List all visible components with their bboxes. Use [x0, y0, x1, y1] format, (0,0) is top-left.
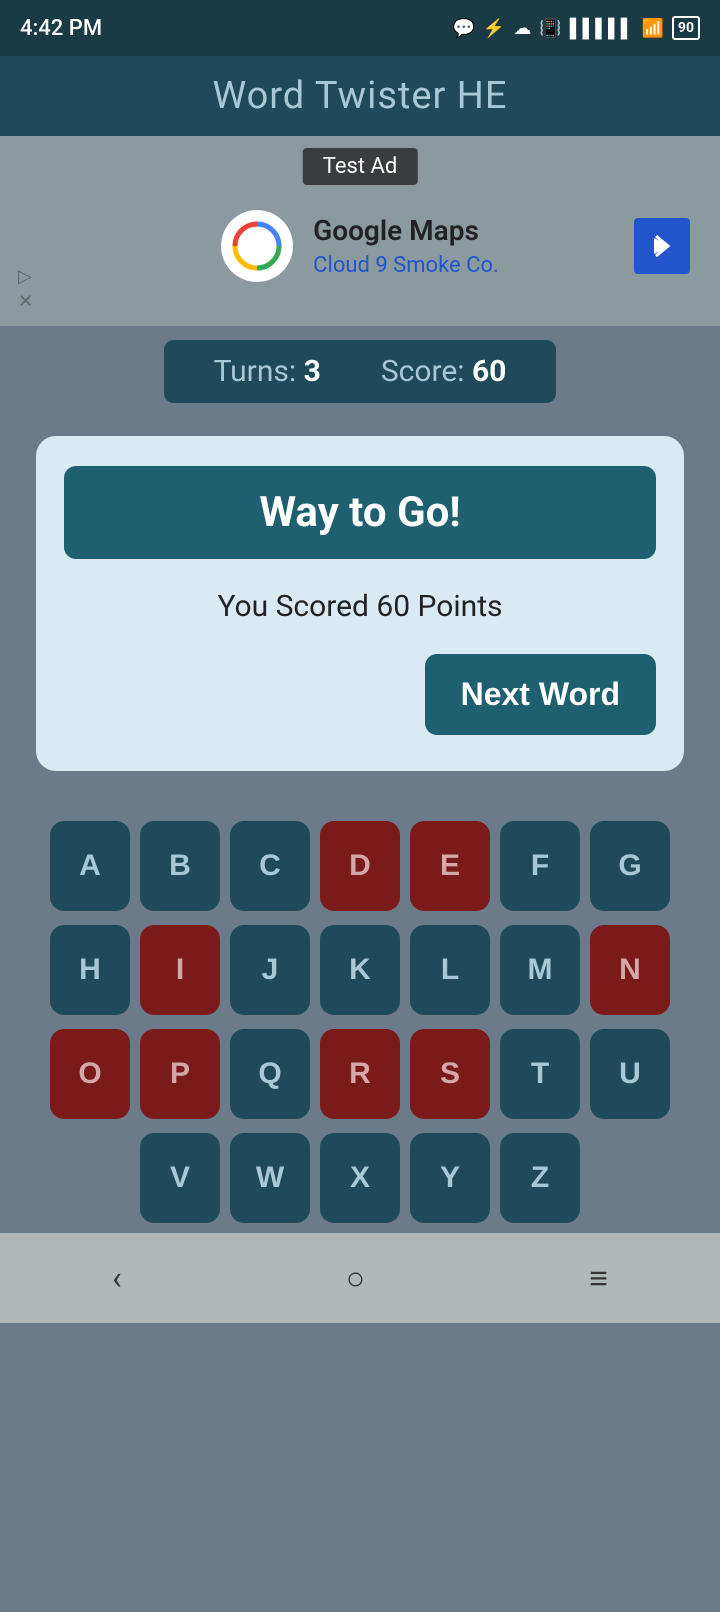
key-row-1: H I J K L M N — [16, 925, 704, 1015]
key-letter-p: P — [170, 1057, 190, 1091]
key-letter-y: Y — [440, 1161, 460, 1195]
key-letter-x: X — [350, 1161, 370, 1195]
turns-value: 3 — [304, 354, 321, 389]
key-q[interactable]: Q — [230, 1029, 310, 1119]
key-t[interactable]: T — [500, 1029, 580, 1119]
key-letter-l: L — [441, 953, 459, 987]
turns-label: Turns: 3 — [214, 354, 321, 389]
score-bar: Turns: 3 Score: 60 — [0, 326, 720, 416]
status-time: 4:42 PM — [20, 16, 102, 41]
key-u[interactable]: U — [590, 1029, 670, 1119]
key-letter-w: W — [256, 1161, 284, 1195]
key-s[interactable]: S — [410, 1029, 490, 1119]
key-n[interactable]: N — [590, 925, 670, 1015]
key-k[interactable]: K — [320, 925, 400, 1015]
key-e[interactable]: E — [410, 821, 490, 911]
ad-close-icon: ✕ — [18, 291, 33, 312]
status-icons: 💬 ⚡ ☁ 📳 ▌▌▌▌▌ 📶 90 — [452, 16, 700, 40]
key-letter-t: T — [531, 1057, 549, 1091]
key-letter-u: U — [619, 1057, 641, 1091]
key-f[interactable]: F — [500, 821, 580, 911]
key-letter-q: Q — [258, 1057, 281, 1091]
key-letter-k: K — [349, 953, 371, 987]
ad-nav-arrow[interactable] — [634, 218, 690, 274]
key-c[interactable]: C — [230, 821, 310, 911]
key-a[interactable]: A — [50, 821, 130, 911]
google-maps-logo — [221, 210, 293, 282]
key-d[interactable]: D — [320, 821, 400, 911]
key-i[interactable]: I — [140, 925, 220, 1015]
key-row-3: V W X Y Z — [16, 1133, 704, 1223]
modal-card: Way to Go! You Scored 60 Points Next Wor… — [36, 436, 684, 771]
key-letter-j: J — [262, 953, 279, 987]
back-button[interactable]: ‹ — [112, 1259, 122, 1297]
key-x[interactable]: X — [320, 1133, 400, 1223]
key-letter-m: M — [528, 953, 553, 987]
modal-container: Way to Go! You Scored 60 Points Next Wor… — [0, 416, 720, 801]
score-value: 60 — [472, 354, 506, 389]
score-label: Score: 60 — [381, 354, 507, 389]
key-y[interactable]: Y — [410, 1133, 490, 1223]
ad-label: Test Ad — [303, 148, 418, 185]
ad-play-icon: ▷ — [18, 266, 33, 287]
modal-next-row: Next Word — [64, 654, 656, 735]
signal-icon: ▌▌▌▌▌ — [570, 18, 634, 39]
whatsapp-icon: 💬 — [452, 18, 474, 39]
key-w[interactable]: W — [230, 1133, 310, 1223]
home-button[interactable]: ○ — [346, 1259, 365, 1297]
key-v[interactable]: V — [140, 1133, 220, 1223]
ad-controls: ▷ ✕ — [18, 266, 33, 312]
app-title: Word Twister HE — [212, 74, 507, 118]
ad-content: Google Maps Cloud 9 Smoke Co. — [221, 210, 499, 282]
key-letter-i: I — [176, 953, 184, 987]
key-row-2: O P Q R S T U — [16, 1029, 704, 1119]
key-letter-f: F — [531, 849, 549, 883]
key-letter-d: D — [349, 849, 371, 883]
key-letter-o: O — [78, 1057, 101, 1091]
key-letter-r: R — [349, 1057, 371, 1091]
key-letter-s: S — [440, 1057, 460, 1091]
key-letter-a: A — [79, 849, 101, 883]
key-z[interactable]: Z — [500, 1133, 580, 1223]
key-letter-h: H — [79, 953, 101, 987]
key-row-0: A B C D E F G — [16, 821, 704, 911]
nav-bar: ‹ ○ ≡ — [0, 1233, 720, 1323]
modal-score-text: You Scored 60 Points — [64, 579, 656, 634]
key-l[interactable]: L — [410, 925, 490, 1015]
key-letter-v: V — [170, 1161, 190, 1195]
ad-text-block: Google Maps Cloud 9 Smoke Co. — [313, 214, 499, 278]
key-letter-n: N — [619, 953, 641, 987]
key-p[interactable]: P — [140, 1029, 220, 1119]
modal-header: Way to Go! — [64, 466, 656, 559]
ad-banner: Test Ad Google Maps Cloud 9 Smoke Co. — [0, 136, 720, 326]
key-letter-e: E — [440, 849, 460, 883]
key-b[interactable]: B — [140, 821, 220, 911]
usb-icon: ⚡ — [483, 18, 505, 39]
menu-button[interactable]: ≡ — [589, 1259, 608, 1297]
next-word-button[interactable]: Next Word — [425, 654, 656, 735]
keyboard-area: A B C D E F G H I J K L M N O P Q R S T U V W X Y Z — [0, 801, 720, 1233]
next-word-label: Next Word — [461, 676, 620, 712]
score-box: Turns: 3 Score: 60 — [164, 340, 557, 403]
key-j[interactable]: J — [230, 925, 310, 1015]
key-h[interactable]: H — [50, 925, 130, 1015]
key-r[interactable]: R — [320, 1029, 400, 1119]
status-bar: 4:42 PM 💬 ⚡ ☁ 📳 ▌▌▌▌▌ 📶 90 — [0, 0, 720, 56]
cloud-icon: ☁ — [513, 18, 531, 39]
key-letter-g: G — [618, 849, 641, 883]
key-o[interactable]: O — [50, 1029, 130, 1119]
ad-company-name: Google Maps — [313, 214, 499, 247]
key-letter-z: Z — [531, 1161, 549, 1195]
app-header: Word Twister HE — [0, 56, 720, 136]
wifi-icon: 📶 — [642, 18, 664, 39]
battery-icon: 90 — [672, 16, 700, 40]
modal-header-text: Way to Go! — [259, 488, 460, 537]
ad-sub-text: Cloud 9 Smoke Co. — [313, 253, 499, 278]
key-g[interactable]: G — [590, 821, 670, 911]
key-letter-c: C — [259, 849, 281, 883]
key-m[interactable]: M — [500, 925, 580, 1015]
key-letter-b: B — [169, 849, 191, 883]
vibrate-icon: 📳 — [539, 18, 561, 39]
